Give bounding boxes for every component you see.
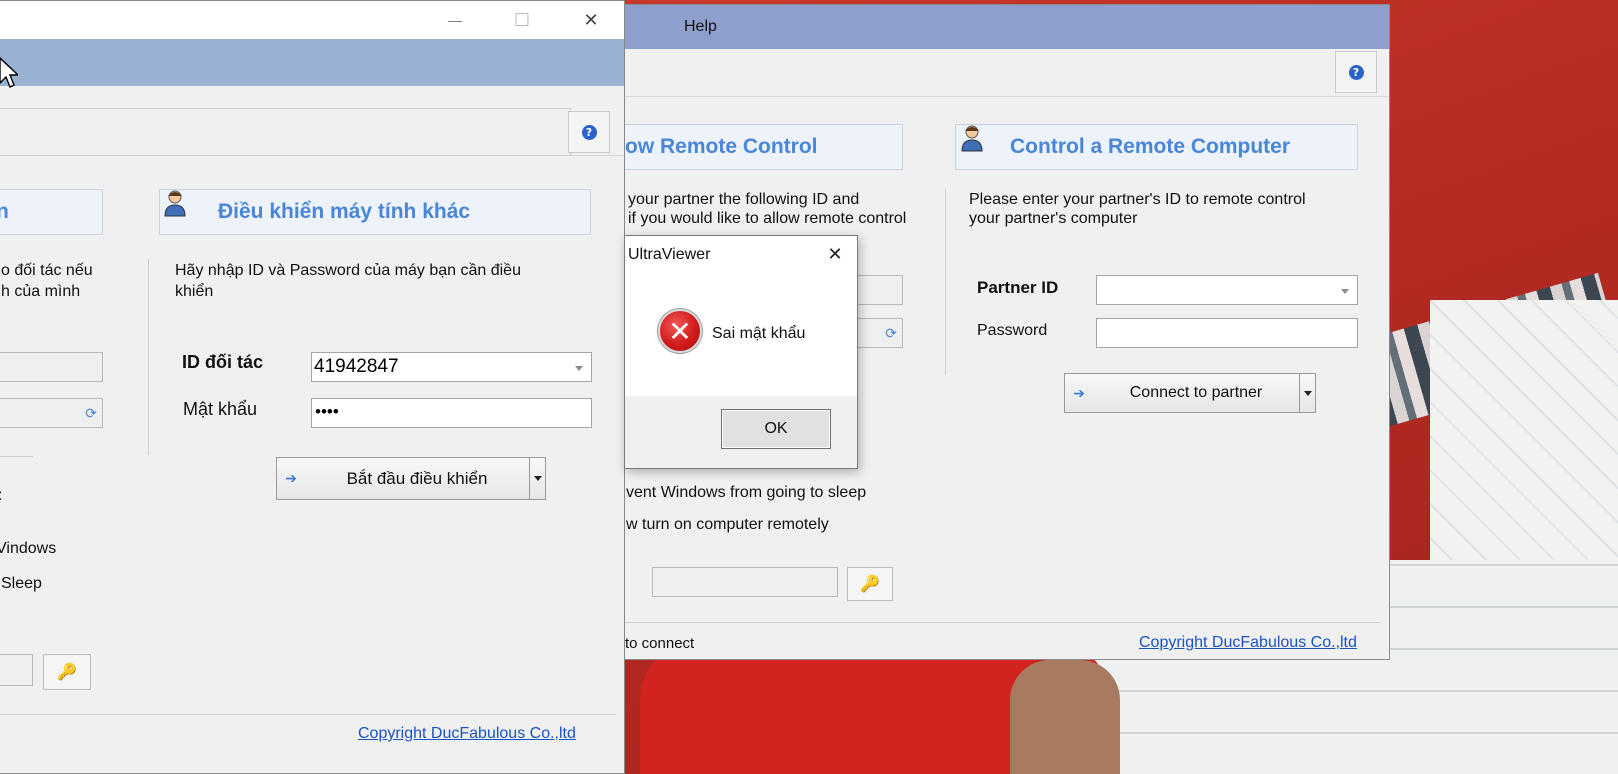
help-button[interactable]: ?	[568, 111, 610, 153]
wake-password-field[interactable]	[0, 654, 33, 686]
refresh-password-icon[interactable]: ⟳	[85, 405, 97, 422]
error-icon: ✕	[658, 309, 702, 353]
section-divider	[945, 189, 946, 375]
option-sleep[interactable]: Sleep	[1, 574, 42, 593]
key-icon: 🔑	[860, 576, 880, 593]
mouse-cursor-icon	[0, 57, 18, 88]
menu-bar: Help	[601, 5, 1389, 49]
chevron-down-icon[interactable]	[1341, 289, 1349, 294]
control-text-line1: Please enter your partner's ID to remote…	[969, 191, 1306, 208]
partner-password-field[interactable]	[1096, 318, 1358, 348]
options-divider	[0, 456, 33, 457]
toolbar: ?	[601, 49, 1389, 97]
control-text-line2: your partner's computer	[969, 210, 1138, 227]
maximize-icon: ☐	[513, 9, 531, 30]
control-remote-description: Hãy nhập ID và Password của máy bạn cần …	[175, 260, 575, 302]
connect-to-partner-button[interactable]: ➔ Connect to partner	[1064, 373, 1316, 413]
dialog-message: Sai mật khẩu	[712, 325, 806, 342]
control-remote-heading: Điều khiển máy tính khác	[159, 189, 591, 235]
arrow-right-icon: ➔	[1073, 384, 1085, 401]
allow-remote-heading-text: n	[0, 200, 9, 224]
partner-id-combobox[interactable]	[1096, 275, 1358, 305]
help-icon: ?	[1348, 64, 1364, 80]
password-label: Password	[977, 322, 1048, 339]
partner-id-combobox[interactable]: 41942847	[311, 352, 592, 382]
partner-password-value: ••••	[315, 402, 339, 421]
toolbar-panel	[0, 108, 571, 156]
start-control-button[interactable]: ➔ Bắt đầu điều khiển	[276, 457, 546, 500]
ultraviewer-window-vietnamese: — ☐ ✕ ? n o đối tác nếu h của mình ⟳ : V…	[0, 0, 625, 774]
control-text-line2: khiển	[175, 283, 214, 300]
allow-remote-heading-text: ow Remote Control	[625, 135, 818, 158]
minimize-icon: —	[448, 12, 462, 28]
status-text: to connect	[625, 635, 695, 652]
dropdown-arrow-icon	[533, 476, 542, 481]
allow-text-line1: your partner the following ID and	[628, 191, 860, 208]
allow-remote-description: o đối tác nếu h của mình	[1, 260, 93, 302]
partner-id-value: 41942847	[314, 356, 399, 377]
control-text-line1: Hãy nhập ID và Password của máy bạn cần …	[175, 262, 521, 279]
partner-id-label: Partner ID	[977, 278, 1059, 297]
wake-password-field[interactable]	[652, 567, 838, 597]
option-turn-on-remotely[interactable]: w turn on computer remotely	[626, 515, 829, 534]
help-button[interactable]: ?	[1335, 51, 1377, 93]
start-control-dropdown[interactable]	[529, 458, 545, 499]
dialog-title: UltraViewer	[628, 246, 711, 263]
allow-text-line2: if you would like to allow remote contro…	[628, 210, 907, 227]
partner-id-label: ID đối tác	[182, 352, 264, 372]
copyright-link[interactable]: Copyright DucFabulous Co.,ltd	[358, 725, 576, 743]
arrow-right-icon: ➔	[285, 470, 297, 486]
help-icon: ?	[581, 124, 597, 140]
control-remote-description: Please enter your partner's ID to remote…	[969, 190, 1349, 228]
start-control-button-label: Bắt đầu điều khiển	[346, 468, 488, 488]
dropdown-arrow-icon	[1303, 390, 1312, 396]
options-label: :	[0, 486, 2, 505]
partner-password-field[interactable]: ••••	[311, 398, 592, 428]
error-icon-glyph: ✕	[668, 314, 692, 348]
minimize-button[interactable]: —	[432, 1, 478, 39]
allow-remote-heading: n	[0, 189, 103, 235]
status-divider	[0, 714, 616, 715]
password-label: Mật khẩu	[183, 399, 258, 419]
refresh-password-icon[interactable]: ⟳	[885, 325, 897, 342]
window-close-button[interactable]: ✕	[568, 1, 614, 39]
menu-bar	[0, 39, 624, 86]
your-password-field: ⟳	[0, 398, 103, 428]
chevron-down-icon[interactable]	[575, 366, 583, 371]
close-icon: ✕	[827, 243, 843, 264]
key-icon: 🔑	[57, 664, 77, 681]
user-icon	[164, 190, 186, 217]
connect-button-label: Connect to partner	[1129, 384, 1263, 401]
ok-button[interactable]: OK	[721, 409, 831, 449]
main-content	[0, 156, 616, 716]
control-remote-heading-text: Control a Remote Computer	[1010, 135, 1291, 158]
title-bar: — ☐ ✕	[0, 1, 624, 39]
option-windows[interactable]: Vindows	[0, 539, 56, 558]
your-id-field	[0, 352, 103, 382]
background-person-neck	[1010, 660, 1120, 774]
section-divider	[148, 259, 149, 455]
allow-remote-description: your partner the following ID and if you…	[628, 190, 928, 228]
option-prevent-sleep[interactable]: vent Windows from going to sleep	[626, 483, 866, 502]
dialog-close-button[interactable]: ✕	[821, 240, 849, 268]
close-icon: ✕	[583, 9, 599, 30]
maximize-button[interactable]: ☐	[499, 1, 545, 39]
allow-remote-heading: ow Remote Control	[601, 124, 903, 170]
key-button[interactable]: 🔑	[43, 654, 91, 690]
copyright-link[interactable]: Copyright DucFabulous Co.,ltd	[1139, 634, 1357, 652]
key-button[interactable]: 🔑	[847, 567, 893, 601]
control-remote-heading: Control a Remote Computer	[955, 124, 1358, 170]
status-divider	[601, 622, 1381, 623]
allow-text-line1: o đối tác nếu	[1, 262, 93, 279]
user-icon	[961, 125, 983, 152]
allow-text-line2: h của mình	[1, 283, 81, 300]
error-dialog: UltraViewer ✕ ✕ Sai mật khẩu OK	[624, 235, 858, 469]
menu-help[interactable]: Help	[684, 18, 717, 36]
connect-dropdown[interactable]	[1299, 374, 1315, 412]
control-remote-heading-text: Điều khiển máy tính khác	[218, 200, 471, 223]
